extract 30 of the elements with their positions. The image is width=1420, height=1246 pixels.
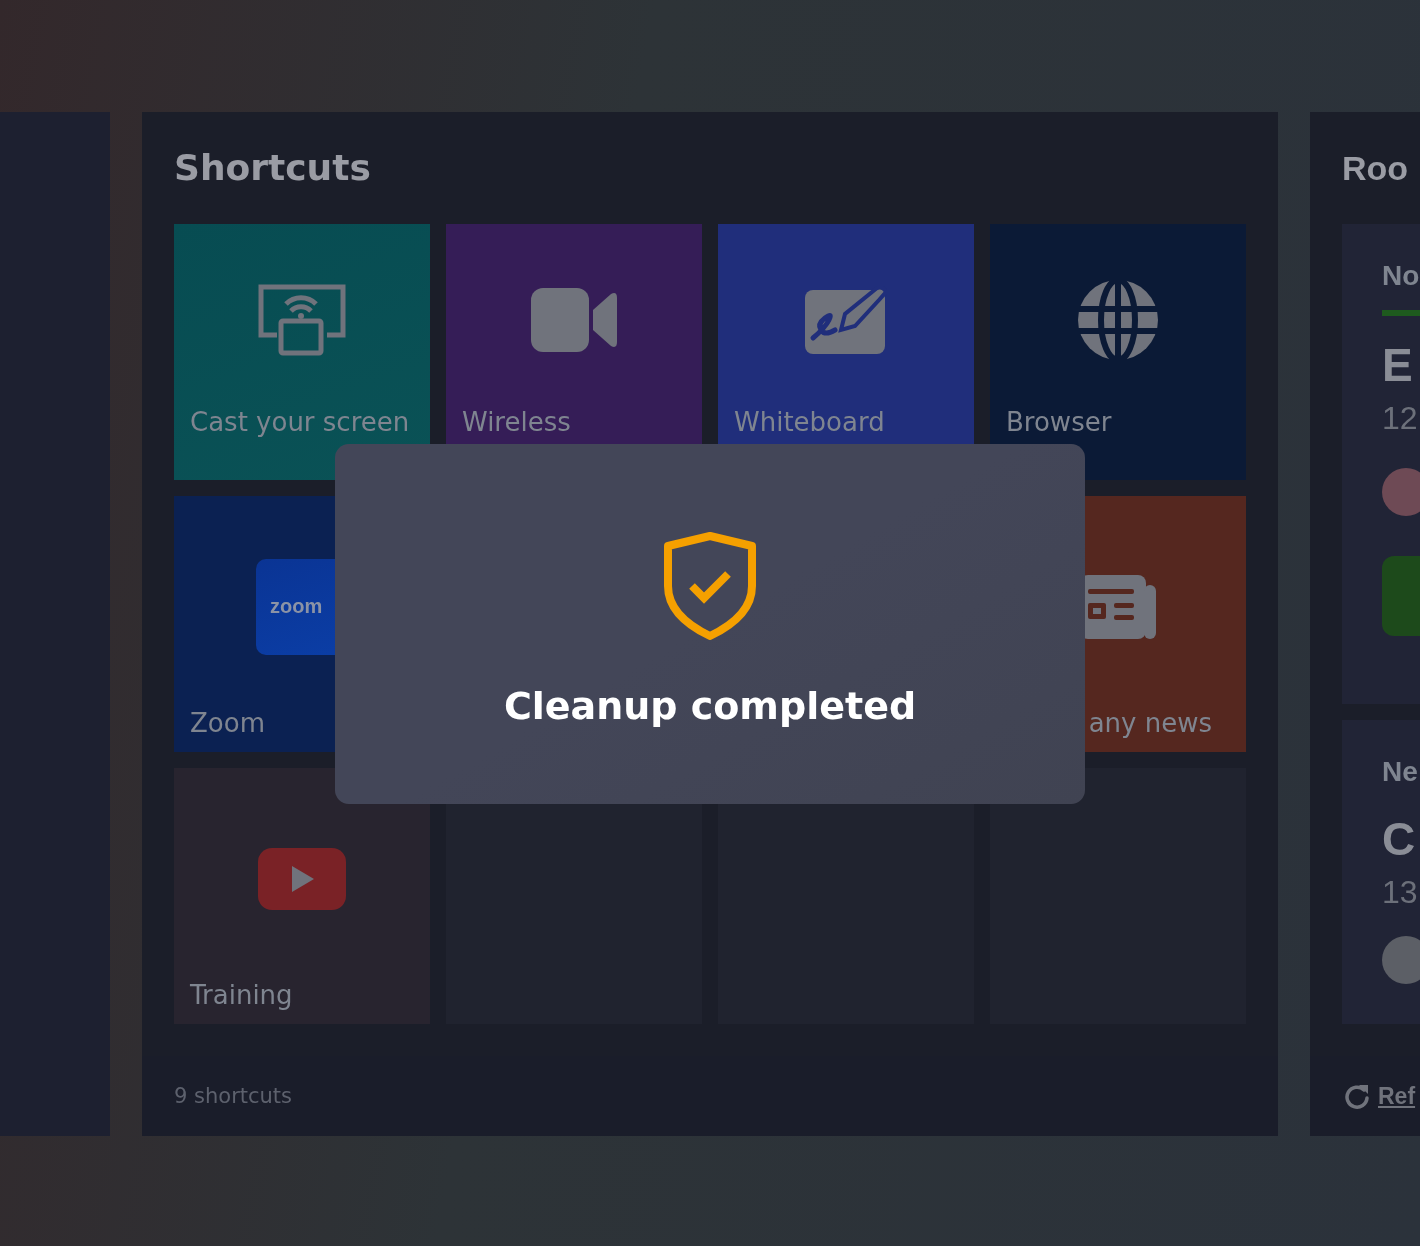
tile-label: Wireless [461,406,572,439]
tile-label: Browser [1005,406,1113,439]
tile-label: Whiteboard [733,406,886,439]
card-heading: No [1382,259,1420,293]
video-camera-icon [531,288,617,352]
shortcut-tile[interactable]: Cast your screen [174,224,430,480]
meeting-title: E [1382,338,1414,392]
globe-icon [1077,279,1159,361]
refresh-link[interactable]: Ref [1378,1082,1416,1110]
avatar [1382,468,1420,516]
shortcut-tile[interactable]: Training [174,768,430,1024]
panel-title: Roo [1341,148,1410,189]
tile-label: Zoom [189,707,266,740]
panel-title: Shortcuts [173,146,372,190]
refresh-icon[interactable] [1344,1082,1370,1110]
tile-label: Cast your screen [189,406,411,439]
card-heading: Ne [1382,755,1419,789]
tile-label: any news [1087,707,1213,740]
whiteboard-pen-icon [805,286,887,354]
shield-check-icon [664,532,756,640]
tile-label: Training [189,979,294,1012]
shortcut-count: 9 shortcuts [174,1084,293,1108]
cast-screen-icon [257,283,347,357]
meeting-time: 13 [1382,873,1419,912]
avatar [1382,936,1420,984]
shortcut-tile[interactable]: Browser [990,224,1246,480]
play-button-icon [258,847,346,910]
meeting-title: C [1382,812,1417,866]
meeting-time: 12 [1382,399,1419,438]
dialog-message: Cleanup completed [503,684,917,728]
